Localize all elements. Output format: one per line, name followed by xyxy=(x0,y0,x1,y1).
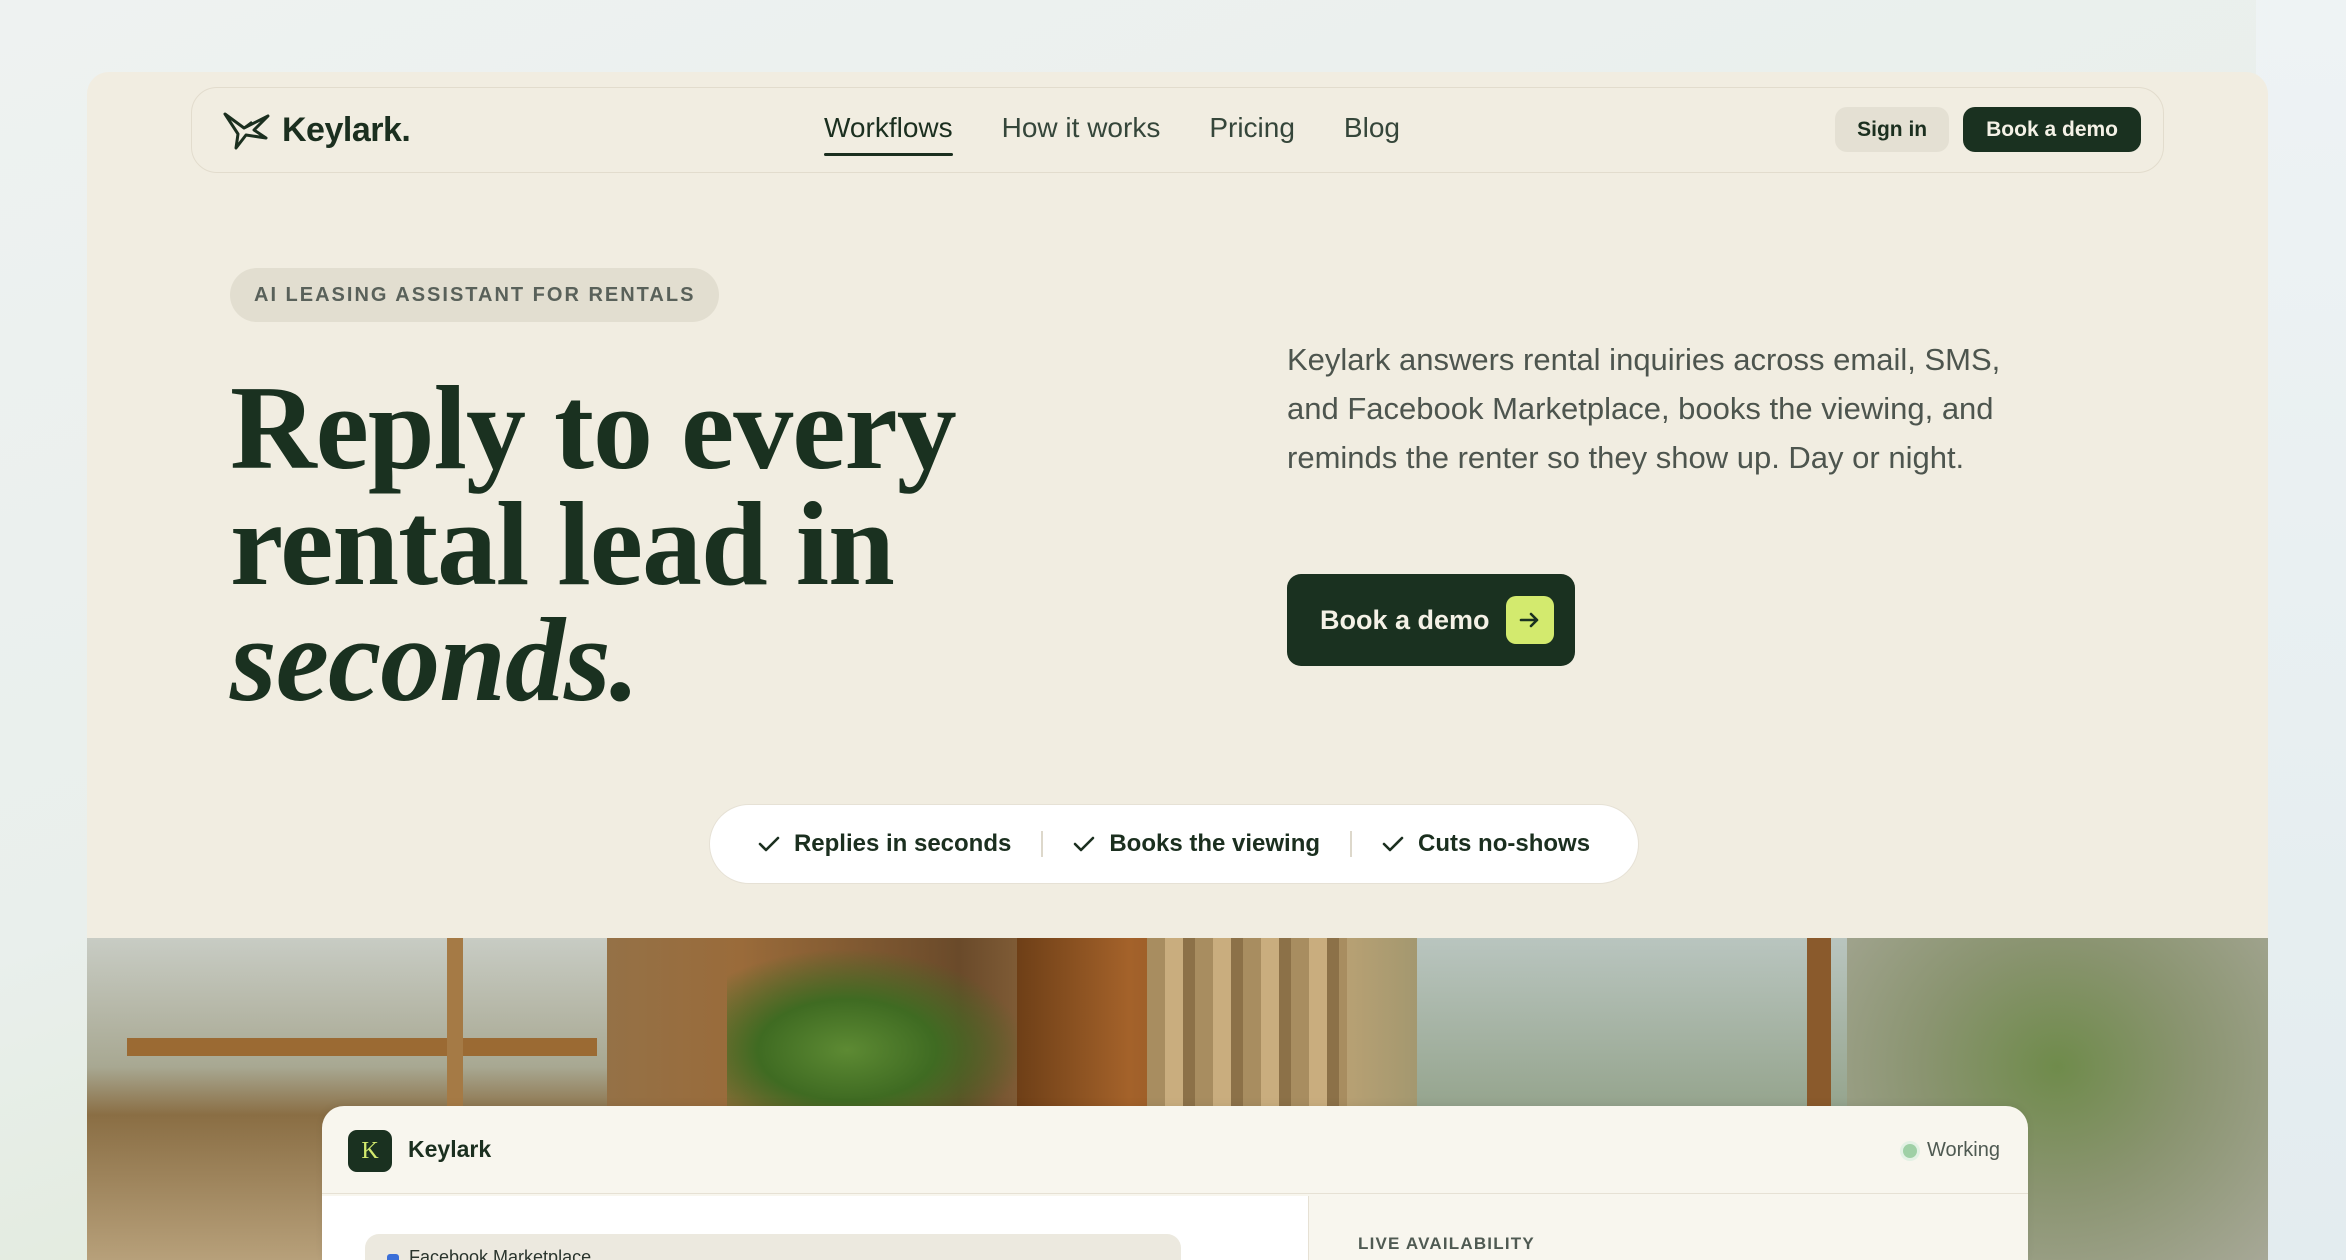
nav-link-workflows[interactable]: Workflows xyxy=(824,112,953,156)
book-demo-hero-label: Book a demo xyxy=(1320,604,1490,635)
arrow-right-icon xyxy=(1505,596,1554,644)
app-badge: K xyxy=(348,1130,392,1172)
status-indicator: Working xyxy=(1903,1139,2000,1162)
feature-label: Cuts no-shows xyxy=(1418,830,1591,857)
check-icon xyxy=(758,836,780,852)
live-availability-label: LIVE AVAILABILITY xyxy=(1358,1234,1535,1253)
status-dot-icon xyxy=(1903,1143,1917,1158)
window-frame xyxy=(127,1038,597,1056)
feature-item: Books the viewing xyxy=(1043,830,1350,858)
page-background-right xyxy=(2256,0,2346,1260)
book-demo-nav-button[interactable]: Book a demo xyxy=(1963,107,2141,152)
feature-pills: Replies in seconds Books the viewing Cut… xyxy=(709,804,1639,884)
brand-name: Keylark. xyxy=(282,110,411,149)
plant-leaves xyxy=(727,948,1027,1118)
facebook-icon xyxy=(387,1254,399,1260)
check-icon xyxy=(1074,836,1095,852)
nav-link-pricing[interactable]: Pricing xyxy=(1209,112,1295,156)
hero-description: Keylark answers rental inquiries across … xyxy=(1287,342,2001,475)
brand-logo[interactable]: Keylark. xyxy=(222,108,411,152)
nav-links: Workflows How it works Pricing Blog xyxy=(824,112,1400,156)
headline-line-3: seconds. xyxy=(230,593,640,726)
check-icon xyxy=(1382,836,1404,852)
landing-card: Keylark. Workflows How it works Pricing … xyxy=(87,72,2268,1260)
headline-line-2: rental lead in xyxy=(230,477,895,610)
nav-actions: Sign in Book a demo xyxy=(1835,107,2141,152)
preview-header: K Keylark Working xyxy=(322,1106,2028,1194)
status-label: Working xyxy=(1927,1139,2000,1161)
preview-app-name: Keylark xyxy=(408,1136,492,1162)
book-demo-hero-button[interactable]: Book a demo xyxy=(1287,574,1575,666)
app-preview-panel: K Keylark Working Facebook Marketplace L… xyxy=(322,1106,2028,1260)
hero-eyebrow-badge: AI LEASING ASSISTANT FOR RENTALS xyxy=(230,268,720,322)
feature-label: Replies in seconds xyxy=(793,830,1012,857)
feature-item: Cuts no-shows xyxy=(1352,830,1620,858)
channel-chip: Facebook Marketplace xyxy=(365,1234,1181,1260)
nav-link-how-it-works[interactable]: How it works xyxy=(1002,112,1161,156)
hero-headline: Reply to every rental lead in seconds. xyxy=(230,361,1130,726)
headline-line-1: Reply to every xyxy=(230,361,957,494)
feature-item: Replies in seconds xyxy=(728,830,1041,858)
nav-link-blog[interactable]: Blog xyxy=(1344,112,1400,156)
hummingbird-logo-icon xyxy=(223,112,270,150)
top-navbar: Keylark. Workflows How it works Pricing … xyxy=(191,87,2164,173)
channel-label: Facebook Marketplace xyxy=(409,1247,592,1260)
feature-label: Books the viewing xyxy=(1109,830,1321,857)
sign-in-button[interactable]: Sign in xyxy=(1835,107,1950,152)
